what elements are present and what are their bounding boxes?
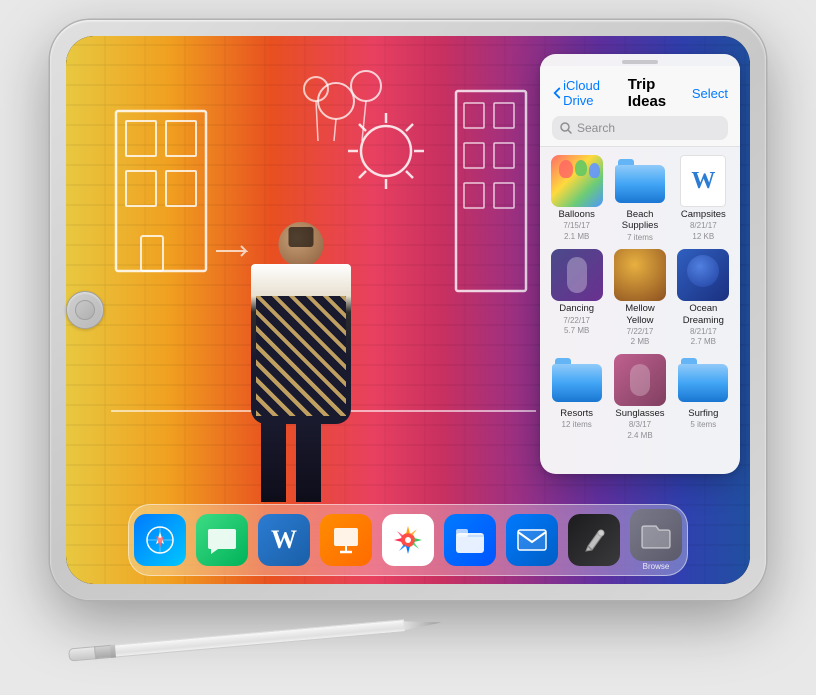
ipad-screen: iCloud Drive Trip Ideas Select Search bbox=[66, 36, 750, 584]
scene: iCloud Drive Trip Ideas Select Search bbox=[0, 0, 816, 695]
mail-icon-graphic bbox=[516, 528, 548, 552]
panel-handle bbox=[540, 54, 740, 66]
search-icon bbox=[560, 122, 572, 134]
file-item-dancing[interactable]: Dancing 7/22/175.7 MB bbox=[548, 249, 605, 348]
file-thumb-beach-supplies bbox=[614, 155, 666, 207]
file-name-sunglasses: Sunglasses bbox=[615, 408, 664, 419]
file-item-sunglasses[interactable]: Sunglasses 8/3/172.4 MB bbox=[611, 354, 668, 441]
back-label: iCloud Drive bbox=[563, 78, 628, 108]
messages-icon-graphic bbox=[207, 526, 237, 554]
pencil-eraser bbox=[68, 646, 97, 661]
file-item-resorts[interactable]: Resorts 12 items bbox=[548, 354, 605, 441]
file-name-mellow-yellow: Mellow Yellow bbox=[611, 303, 668, 326]
file-meta-balloons: 2.1 MB bbox=[564, 232, 589, 242]
file-thumb-campsites: W bbox=[677, 155, 729, 207]
file-item-mellow-yellow[interactable]: Mellow Yellow 7/22/172 MB bbox=[611, 249, 668, 348]
panel-header: iCloud Drive Trip Ideas Select Search bbox=[540, 66, 740, 147]
file-meta-ocean-dreaming: 8/21/17 bbox=[690, 327, 717, 337]
file-thumb-surfing bbox=[677, 354, 729, 406]
file-meta-beach-supplies: 7 items bbox=[627, 233, 653, 243]
photos-app-icon[interactable] bbox=[382, 514, 434, 566]
file-name-surfing: Surfing bbox=[688, 408, 718, 419]
file-thumb-sunglasses bbox=[614, 354, 666, 406]
file-name-dancing: Dancing bbox=[559, 303, 594, 314]
dock: W Browse bbox=[128, 504, 688, 576]
file-meta-dancing: 5.7 MB bbox=[564, 326, 589, 336]
dock-icon-pencil[interactable] bbox=[568, 514, 620, 566]
file-meta-sunglasses: 8/3/17 bbox=[629, 420, 651, 430]
ipad-frame: iCloud Drive Trip Ideas Select Search bbox=[50, 20, 766, 600]
file-name-resorts: Resorts bbox=[560, 408, 593, 419]
keynote-icon-graphic bbox=[330, 524, 362, 556]
search-bar[interactable]: Search bbox=[552, 116, 728, 140]
pencil-tip bbox=[403, 618, 442, 630]
dock-icon-messages[interactable] bbox=[196, 514, 248, 566]
file-item-balloons[interactable]: Balloons 7/15/172.1 MB bbox=[548, 155, 605, 243]
pencil-app-icon[interactable] bbox=[568, 514, 620, 566]
safari-icon-graphic bbox=[144, 524, 176, 556]
home-button-inner bbox=[75, 300, 95, 320]
file-name-campsites: Campsites bbox=[681, 209, 726, 220]
file-item-ocean-dreaming[interactable]: Ocean Dreaming 8/21/172.7 MB bbox=[675, 249, 732, 348]
file-meta-dancing: 7/22/17 bbox=[563, 316, 590, 326]
file-name-balloons: Balloons bbox=[558, 209, 594, 220]
word-app-icon[interactable]: W bbox=[258, 514, 310, 566]
file-meta-surfing: 5 items bbox=[690, 420, 716, 430]
select-button[interactable]: Select bbox=[692, 86, 728, 101]
file-thumb-balloons bbox=[551, 155, 603, 207]
file-thumb-mellow-yellow bbox=[614, 249, 666, 301]
file-name-beach-supplies: Beach Supplies bbox=[611, 209, 668, 232]
file-meta-sunglasses: 2.4 MB bbox=[627, 431, 652, 441]
file-meta-resorts: 12 items bbox=[562, 420, 592, 430]
file-meta-balloons: 7/15/17 bbox=[563, 221, 590, 231]
file-meta-campsites: 8/21/17 bbox=[690, 221, 717, 231]
home-button[interactable] bbox=[66, 291, 104, 329]
file-item-surfing[interactable]: Surfing 5 items bbox=[675, 354, 732, 441]
file-meta-mellow-yellow: 7/22/17 bbox=[627, 327, 654, 337]
file-thumb-resorts bbox=[551, 354, 603, 406]
icloud-panel: iCloud Drive Trip Ideas Select Search bbox=[540, 54, 740, 474]
safari-app-icon[interactable] bbox=[134, 514, 186, 566]
file-thumb-ocean-dreaming bbox=[677, 249, 729, 301]
panel-nav: iCloud Drive Trip Ideas Select bbox=[552, 76, 728, 110]
dock-icon-label-browse: Browse bbox=[643, 562, 670, 571]
dock-icon-word[interactable]: W bbox=[258, 514, 310, 566]
file-meta-mellow-yellow: 2 MB bbox=[631, 337, 650, 347]
dock-icon-browse[interactable]: Browse bbox=[630, 509, 682, 571]
messages-app-icon[interactable] bbox=[196, 514, 248, 566]
file-item-beach-supplies[interactable]: Beach Supplies 7 items bbox=[611, 155, 668, 243]
file-grid: Balloons 7/15/172.1 MB Beach Supplies 7 … bbox=[540, 147, 740, 449]
files-app-icon[interactable] bbox=[444, 514, 496, 566]
file-meta-campsites: 12 KB bbox=[692, 232, 714, 242]
file-name-ocean-dreaming: Ocean Dreaming bbox=[675, 303, 732, 326]
dock-icon-safari[interactable] bbox=[134, 514, 186, 566]
browse-icon-graphic bbox=[641, 521, 671, 549]
file-meta-ocean-dreaming: 2.7 MB bbox=[691, 337, 716, 347]
screen-content: iCloud Drive Trip Ideas Select Search bbox=[66, 36, 750, 584]
dock-icon-files[interactable] bbox=[444, 514, 496, 566]
panel-title: Trip Ideas bbox=[628, 76, 692, 110]
back-button[interactable]: iCloud Drive bbox=[552, 78, 628, 108]
chevron-left-icon bbox=[552, 86, 561, 100]
dock-icon-photos[interactable] bbox=[382, 514, 434, 566]
files-icon-graphic bbox=[454, 525, 486, 555]
drag-handle bbox=[622, 60, 658, 64]
search-placeholder: Search bbox=[577, 121, 615, 135]
file-thumb-dancing bbox=[551, 249, 603, 301]
dock-icon-keynote[interactable] bbox=[320, 514, 372, 566]
pencil-body bbox=[115, 619, 405, 657]
photos-icon-graphic bbox=[390, 522, 426, 558]
file-item-campsites[interactable]: W Campsites 8/21/1712 KB bbox=[675, 155, 732, 243]
keynote-app-icon[interactable] bbox=[320, 514, 372, 566]
apple-pencil bbox=[67, 605, 449, 674]
browse-app-icon[interactable] bbox=[630, 509, 682, 561]
pencil-app-icon-graphic bbox=[580, 526, 608, 554]
dock-icon-mail[interactable] bbox=[506, 514, 558, 566]
mail-app-icon[interactable] bbox=[506, 514, 558, 566]
